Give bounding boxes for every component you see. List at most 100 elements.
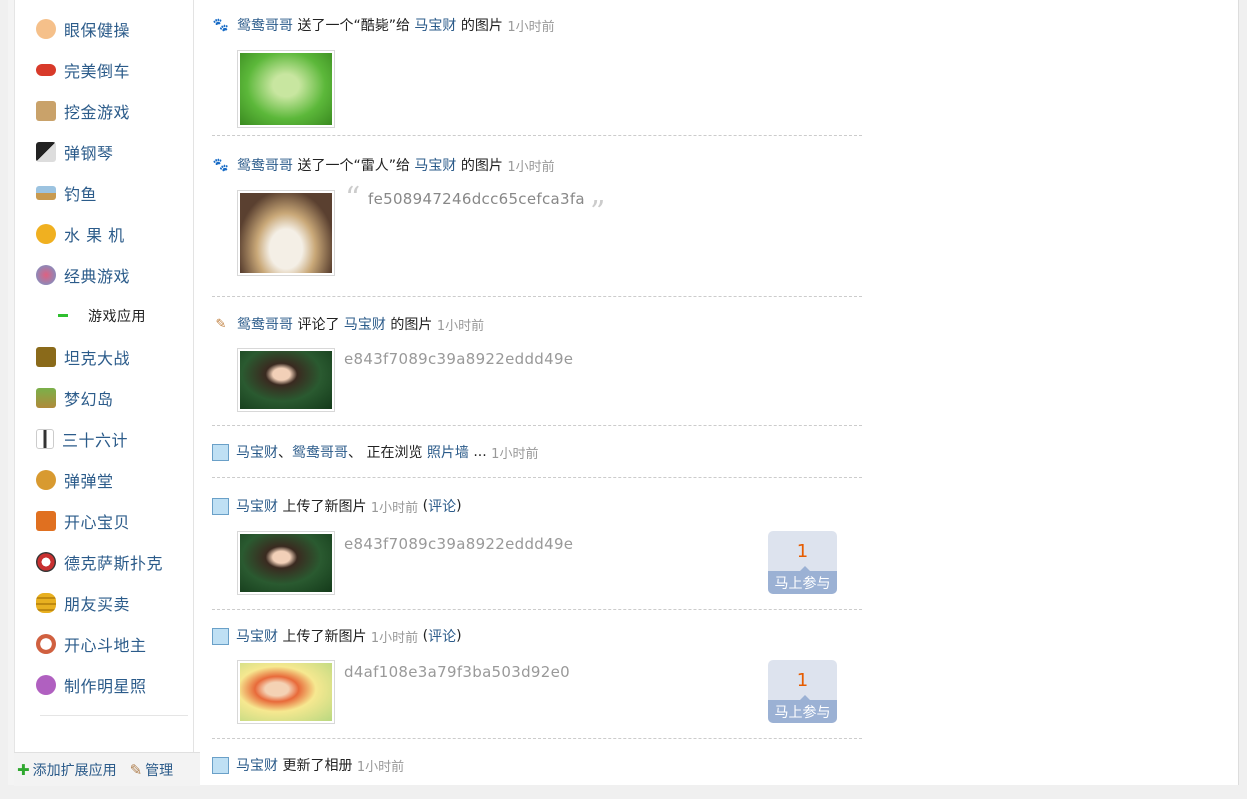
add-app-button[interactable]: ✚ 添加扩展应用 [17,760,117,780]
app-fishing[interactable]: 钓鱼 [22,172,192,213]
pencil-comment-icon: ✎ [215,316,227,332]
landlord-icon [36,633,56,654]
target-user-link[interactable]: 马宝财 [414,15,456,35]
photo-caption: fe508947246dcc65cefca3fa [368,190,585,208]
app-label: 弹钢琴 [64,143,114,163]
join-vote-button[interactable]: 1 马上参与 [768,660,837,723]
app-group-game-apps[interactable]: 游戏应用 [22,295,192,336]
classic-game-icon [36,264,56,285]
timestamp: 1小时前 [356,759,405,775]
girl-photo-thumbnail [240,534,332,592]
photo-thumbnail[interactable] [237,348,335,412]
target-user-link[interactable]: 马宝财 [344,314,386,334]
photo-caption: d4af108e3a79f3ba503d92e0 [344,663,570,681]
app-list: 眼保健操 完美倒车 挖金游戏 弹钢琴 钓鱼 水 果 机 经典游戏 游戏应用 坦克… [22,8,192,705]
app-label: 开心宝贝 [64,512,131,532]
timestamp: 1小时前 [370,630,419,646]
app-label: 挖金游戏 [64,102,131,122]
action-text: 送了一个“雷人”给 [297,158,410,174]
island-icon [36,387,56,408]
action-text: 正在浏览 [366,445,423,461]
plus-icon: ✚ [17,760,30,779]
app-star-photo[interactable]: 制作明星照 [22,664,192,705]
photo-thumbnail[interactable] [237,50,335,128]
suffix-text: 的图片 [390,317,433,333]
manage-button[interactable]: ✎ 管理 [130,760,174,780]
photo-thumbnail[interactable] [237,190,335,276]
target-user-link[interactable]: 马宝财 [414,155,456,175]
eye-exercise-icon [36,18,56,39]
star-photo-icon [36,674,56,695]
app-perfect-parking[interactable]: 完美倒车 [22,49,192,90]
user-link[interactable]: 鸳鸯哥哥 [237,155,293,175]
vote-notch [800,695,810,700]
feed-entry-comment: ✎ 鸳鸯哥哥 评论了 马宝财 的图片 1小时前 e843f7089c39a892… [212,297,862,426]
user-link[interactable]: 鸳鸯哥哥 [237,15,293,35]
app-dream-island[interactable]: 梦幻岛 [22,377,192,418]
app-36-strategies[interactable]: 三十六计 [22,418,192,459]
user-link[interactable]: 马宝财 [236,442,278,462]
app-landlord[interactable]: 开心斗地主 [22,623,192,664]
girl-photo-thumbnail [240,351,332,409]
news-feed: 🐾 鸳鸯哥哥 送了一个“酷毙”给 马宝财 的图片 1小时前 🐾 鸳鸯哥哥 送了一… [212,0,862,799]
user-link[interactable]: 鸳鸯哥哥 [292,442,348,462]
app-ddtank[interactable]: 弹弹堂 [22,459,192,500]
join-vote-button[interactable]: 1 马上参与 [768,531,837,594]
action-text: 送了一个“酷毙”给 [297,18,410,34]
collapse-dash-icon[interactable] [58,314,68,317]
vote-notch [800,566,810,571]
action-text: 更新了相册 [282,758,353,774]
app-friend-trade[interactable]: 朋友买卖 [22,582,192,623]
vote-count: 1 [796,540,809,562]
join-label: 马上参与 [768,700,837,723]
cat-photo-thumbnail [240,193,332,273]
app-tank-battle[interactable]: 坦克大战 [22,336,192,377]
piano-icon [36,141,56,162]
flower-girl-thumbnail [240,663,332,721]
app-eye-exercise[interactable]: 眼保健操 [22,8,192,49]
app-texas-poker[interactable]: 德克萨斯扑克 [22,541,192,582]
feed-entry-upload: 马宝财 上传了新图片 1小时前 (评论) d4af108e3a79f3ba503… [212,610,862,739]
feed-entry-gift: 🐾 鸳鸯哥哥 送了一个“酷毙”给 马宝财 的图片 1小时前 [212,0,862,136]
sidebar-divider [40,715,188,716]
photo-thumbnail[interactable] [237,531,335,595]
user-link[interactable]: 马宝财 [236,496,278,516]
user-link[interactable]: 鸳鸯哥哥 [237,314,293,334]
car-icon [36,63,56,76]
app-classic-games[interactable]: 经典游戏 [22,254,192,295]
app-label: 开心斗地主 [64,635,147,655]
app-happy-baby[interactable]: 开心宝贝 [22,500,192,541]
photo-caption: e843f7089c39a8922eddd49e [344,535,574,553]
user-link[interactable]: 马宝财 [236,755,278,775]
app-label: 制作明星照 [64,676,147,696]
app-group-label: 游戏应用 [88,308,146,325]
poker-chip-icon [36,551,56,572]
photo-wall-icon [212,756,229,774]
farm-game-thumbnail [240,53,332,125]
app-fruit-machine[interactable]: 水 果 机 [22,213,192,254]
fishing-icon [36,185,56,200]
action-text: 评论了 [297,317,340,333]
app-piano[interactable]: 弹钢琴 [22,131,192,172]
timestamp: 1小时前 [370,500,419,516]
photo-thumbnail[interactable] [237,660,335,724]
user-link[interactable]: 马宝财 [236,626,278,646]
fruit-machine-icon [36,223,56,244]
feed-entry-album: 马宝财 更新了相册 1小时前 [212,739,862,799]
photo-wall-icon [212,497,229,515]
close-quote-icon: ” [590,195,606,230]
sidebar-edge [8,0,15,785]
photo-wall-icon [212,627,229,645]
app-label: 坦克大战 [64,348,131,368]
app-gold-miner[interactable]: 挖金游戏 [22,90,192,131]
feed-entry-gift: 🐾 鸳鸯哥哥 送了一个“雷人”给 马宝财 的图片 1小时前 “ fe508947… [212,136,862,297]
cow-icon [36,428,54,449]
comment-link[interactable]: 评论 [428,626,456,646]
comment-link[interactable]: 评论 [428,496,456,516]
action-text: 上传了新图片 [282,629,367,645]
photo-wall-link[interactable]: 照片墙 [427,442,469,462]
feed-entry-upload: 马宝财 上传了新图片 1小时前 (评论) e843f7089c39a8922ed… [212,478,862,610]
manage-label: 管理 [145,762,174,779]
action-text: 上传了新图片 [282,499,367,515]
separator: 、 [278,445,292,461]
